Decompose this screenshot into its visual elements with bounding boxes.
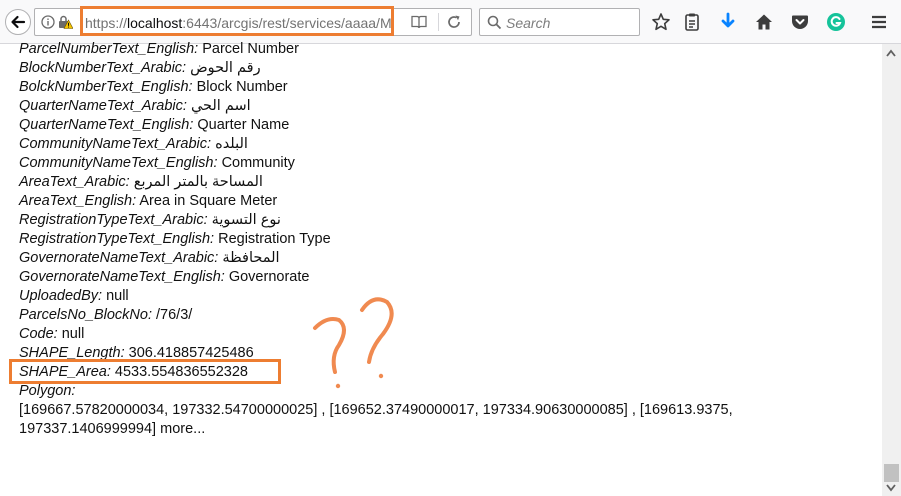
attribute-key: Code: xyxy=(19,326,58,342)
attribute-key: RegistrationTypeText_Arabic: xyxy=(19,212,208,228)
bookmark-star-icon[interactable] xyxy=(651,12,671,32)
attribute-key: UploadedBy: xyxy=(19,288,103,304)
attribute-value: Registration Type xyxy=(218,231,331,247)
attribute-row: Code: null xyxy=(19,325,879,344)
polygon-values-text: [169667.57820000034, 197332.54700000025]… xyxy=(19,402,733,437)
attribute-value: نوع التسوية xyxy=(211,212,281,228)
attribute-key: QuarterNameText_English: xyxy=(19,117,194,133)
attribute-key: BlockNumberText_Arabic: xyxy=(19,60,187,76)
pocket-icon[interactable] xyxy=(790,12,810,32)
scroll-up-arrow-icon[interactable] xyxy=(886,49,896,57)
library-clipboard-icon[interactable] xyxy=(682,12,702,32)
attribute-row: QuarterNameText_Arabic: اسم الحي xyxy=(19,97,879,116)
attribute-value: Parcel Number xyxy=(202,41,299,57)
attribute-row: CommunityNameText_Arabic: البلده xyxy=(19,135,879,154)
attribute-row: RegistrationTypeText_Arabic: نوع التسوية xyxy=(19,211,879,230)
back-arrow-icon xyxy=(11,15,26,29)
attribute-row: AreaText_English: Area in Square Meter xyxy=(19,192,879,211)
attribute-value: المساحة بالمتر المربع xyxy=(133,174,263,190)
attribute-row: RegistrationTypeText_English: Registrati… xyxy=(19,230,879,249)
attribute-row: BolckNumberText_English: Block Number xyxy=(19,78,879,97)
attribute-key: GovernorateNameText_Arabic: xyxy=(19,250,219,266)
attribute-row: GovernorateNameText_English: Governorate xyxy=(19,268,879,287)
attribute-row: AreaText_Arabic: المساحة بالمتر المربع xyxy=(19,173,879,192)
hamburger-menu-icon[interactable] xyxy=(869,12,889,32)
attribute-key: GovernorateNameText_English: xyxy=(19,269,225,285)
more-link[interactable]: more... xyxy=(160,421,205,437)
attribute-row: QuarterNameText_English: Quarter Name xyxy=(19,116,879,135)
attribute-row: CommunityNameText_English: Community xyxy=(19,154,879,173)
attribute-value: Quarter Name xyxy=(197,117,290,133)
search-icon xyxy=(487,15,502,30)
attribute-row: GovernorateNameText_Arabic: المحافظة xyxy=(19,249,879,268)
attribute-row: ParcelsNo_BlockNo: /76/3/ xyxy=(19,306,879,325)
attribute-key: QuarterNameText_Arabic: xyxy=(19,98,187,114)
attribute-value: Area in Square Meter xyxy=(139,193,278,209)
download-arrow-icon[interactable] xyxy=(718,12,738,32)
attribute-key: BolckNumberText_English: xyxy=(19,79,193,95)
attribute-value: null xyxy=(106,288,129,304)
reload-icon[interactable] xyxy=(446,14,462,30)
shape-area-highlight-box xyxy=(9,359,281,384)
attribute-value: Governorate xyxy=(228,269,310,285)
attribute-value: اسم الحي xyxy=(190,98,251,114)
scroll-thumb[interactable] xyxy=(884,464,899,482)
attribute-row: ParcelNumberText_English: Parcel Number xyxy=(19,40,879,59)
attribute-key: ParcelNumberText_English: xyxy=(19,41,199,57)
attribute-value: المحافظة xyxy=(222,250,280,266)
vertical-scrollbar[interactable] xyxy=(882,44,901,496)
attribute-value: Block Number xyxy=(196,79,288,95)
url-bar[interactable]: https://localhost:6443/arcgis/rest/servi… xyxy=(34,6,472,36)
attribute-key: ParcelsNo_BlockNo: xyxy=(19,307,152,323)
reader-view-icon[interactable] xyxy=(411,15,427,29)
attribute-value: رقم الحوض xyxy=(190,60,261,76)
attribute-key: AreaText_English: xyxy=(19,193,137,209)
attribute-value: البلده xyxy=(215,136,248,152)
home-icon[interactable] xyxy=(754,12,774,32)
browser-toolbar: https://localhost:6443/arcgis/rest/servi… xyxy=(0,0,901,44)
back-button[interactable] xyxy=(5,9,31,35)
insecure-lock-warning-icon[interactable] xyxy=(57,14,73,30)
url-highlight-box xyxy=(80,6,394,36)
search-input[interactable]: Search xyxy=(506,14,550,32)
attribute-list: ParcelNumberText_English: Parcel Number B… xyxy=(19,40,879,401)
attribute-key: AreaText_Arabic: xyxy=(19,174,130,190)
attribute-key: RegistrationTypeText_English: xyxy=(19,231,215,247)
attribute-row: BlockNumberText_Arabic: رقم الحوض xyxy=(19,59,879,78)
urlbar-separator xyxy=(438,13,439,31)
polygon-coordinates: [169667.57820000034, 197332.54700000025]… xyxy=(19,401,859,439)
grammarly-extension-icon[interactable] xyxy=(826,12,846,32)
attribute-value: /76/3/ xyxy=(156,307,193,323)
attribute-value: Community xyxy=(221,155,295,171)
attribute-row: Polygon: xyxy=(19,382,879,401)
attribute-key: CommunityNameText_Arabic: xyxy=(19,136,212,152)
attribute-key: CommunityNameText_English: xyxy=(19,155,218,171)
scroll-down-arrow-icon[interactable] xyxy=(886,484,896,492)
question-marks-annotation xyxy=(313,297,394,389)
attribute-row: UploadedBy: null xyxy=(19,287,879,306)
attribute-value: null xyxy=(61,326,85,342)
attribute-key: Polygon: xyxy=(19,383,76,399)
info-icon[interactable] xyxy=(41,15,55,29)
search-bar[interactable]: Search xyxy=(479,8,640,36)
